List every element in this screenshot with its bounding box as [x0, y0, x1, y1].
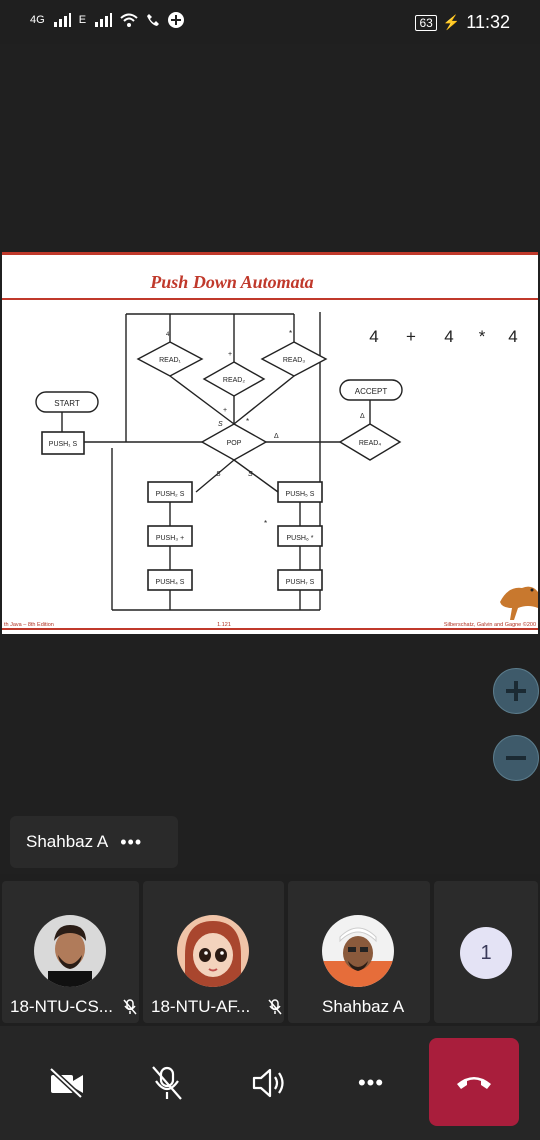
microphone-toggle-button[interactable] — [142, 1058, 192, 1108]
edge-label: Δ — [360, 413, 365, 420]
edge-label: + — [223, 407, 227, 414]
clock: 11:32 — [466, 12, 510, 32]
node-label: PUSH₁ S — [49, 441, 78, 448]
slide-footer-center: 1.121 — [217, 622, 231, 628]
node-accept: ACCEPT — [339, 379, 403, 401]
network-e: E — [78, 14, 87, 26]
edge-label: S — [218, 421, 223, 428]
camera-toggle-button[interactable] — [42, 1058, 92, 1108]
expr-token: + — [406, 327, 416, 346]
node-push6: PUSH₆ * — [277, 525, 323, 547]
participant-name: 18-NTU-CS... — [10, 997, 113, 1016]
participant-name: Shahbaz A — [322, 997, 405, 1016]
node-label: POP — [227, 440, 242, 447]
node-label: READ₃ — [283, 357, 305, 364]
mic-off-icon — [123, 999, 137, 1015]
presenter-name: Shahbaz A — [26, 832, 109, 851]
wifi-icon — [120, 13, 138, 27]
participant-tile[interactable]: 18-NTU-AF... — [143, 881, 284, 1023]
video-off-icon — [49, 1067, 83, 1099]
phone-hangup-icon — [457, 1077, 491, 1089]
minus-icon — [506, 756, 526, 760]
hang-up-button[interactable] — [429, 1038, 519, 1126]
more-actions-button[interactable]: ••• — [346, 1058, 396, 1108]
expr-token: 4 — [444, 327, 453, 346]
edge-label: + — [228, 351, 232, 358]
node-label: PUSH₇ S — [286, 579, 315, 586]
participant-tile[interactable]: 18-NTU-CS... — [2, 881, 139, 1023]
call-controls-bar: ••• — [0, 1026, 540, 1140]
node-label: PUSH₅ S — [286, 491, 315, 498]
network-4g: 4G — [30, 14, 45, 26]
charging-icon: ⚡ — [442, 14, 461, 30]
slide-footer-right: Silberschatz, Galvin and Gagne ©200 — [444, 621, 536, 628]
avatar — [177, 915, 249, 987]
node-push1: PUSH₁ S — [41, 431, 85, 455]
speaker-button[interactable] — [244, 1058, 294, 1108]
edge-label: S — [248, 471, 253, 478]
status-bar: 4G E 63 ⚡ 11:32 — [0, 0, 540, 44]
node-push3: PUSH₃ + — [147, 525, 193, 547]
node-start: START — [35, 391, 99, 413]
participant-name: 18-NTU-AF... — [151, 997, 251, 1016]
presenter-name-chip[interactable]: Shahbaz A ••• — [10, 816, 178, 868]
slide-title: Push Down Automata — [149, 272, 313, 292]
node-label: ACCEPT — [355, 387, 388, 396]
shared-slide[interactable]: Push Down Automata 4 + 4 * 4 START PUSH₁… — [2, 252, 538, 634]
edge-label: * — [264, 519, 267, 528]
node-label: PUSH₃ + — [156, 535, 184, 542]
mic-off-icon — [152, 1066, 182, 1100]
avatar — [322, 915, 394, 987]
node-push5: PUSH₅ S — [277, 481, 323, 503]
signal-icon — [95, 13, 113, 27]
slide-canvas: Push Down Automata 4 + 4 * 4 START PUSH₁… — [2, 252, 538, 634]
node-label: START — [54, 399, 80, 408]
zoom-in-button[interactable] — [493, 668, 539, 714]
plus-icon — [506, 681, 526, 701]
node-label: PUSH₂ S — [156, 491, 185, 498]
expr-token: 4 — [369, 327, 378, 346]
avatar — [34, 915, 106, 987]
edge-label: * — [289, 329, 292, 338]
speaker-icon — [252, 1068, 284, 1098]
node-push7: PUSH₇ S — [277, 569, 323, 591]
node-label: PUSH₆ * — [287, 535, 314, 542]
node-label: READ₁ — [159, 357, 181, 364]
slide-footer-left: th Java – 8th Edition — [4, 622, 54, 628]
more-options-icon[interactable]: ••• — [120, 832, 142, 853]
add-circle-icon — [168, 12, 185, 28]
node-push2: PUSH₂ S — [147, 481, 193, 503]
node-label: PUSH₄ S — [156, 579, 185, 586]
edge-label: S — [216, 471, 221, 478]
node-push4: PUSH₄ S — [147, 569, 193, 591]
overflow-tile[interactable]: 1 — [434, 881, 538, 1023]
status-left: 4G E — [30, 12, 185, 28]
node-label: READ₂ — [223, 377, 245, 384]
node-label: READ₄ — [359, 440, 381, 447]
edge-label: * — [246, 417, 249, 426]
battery-icon: 63 — [415, 14, 437, 31]
phone-icon — [147, 14, 160, 26]
status-right: 63 ⚡ 11:32 — [415, 12, 510, 33]
expr-token: 4 — [508, 327, 517, 346]
expr-token: * — [479, 327, 486, 346]
overflow-count-badge[interactable]: 1 — [460, 927, 512, 979]
signal-icon — [53, 13, 71, 27]
edge-label: Δ — [274, 433, 279, 440]
zoom-out-button[interactable] — [493, 735, 539, 781]
participant-tile[interactable]: Shahbaz A — [288, 881, 430, 1023]
mic-off-icon — [268, 999, 282, 1015]
